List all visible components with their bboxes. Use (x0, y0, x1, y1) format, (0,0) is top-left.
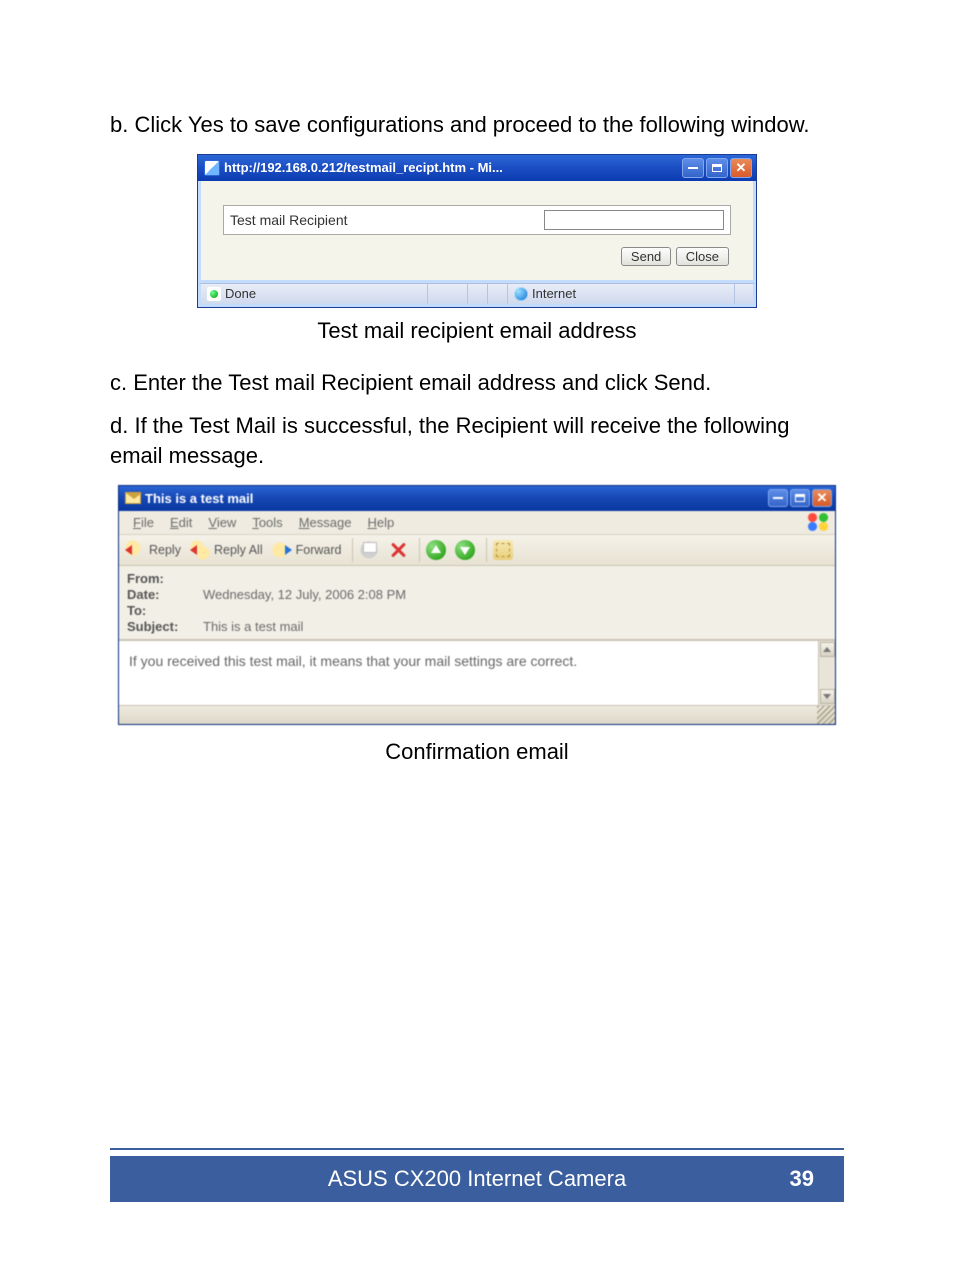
print-button[interactable] (358, 539, 385, 561)
window-title: http://192.168.0.212/testmail_recipt.htm… (224, 160, 682, 175)
minimize-button[interactable] (768, 489, 788, 507)
status-bar: Done Internet (198, 283, 756, 307)
recipient-input[interactable] (544, 210, 724, 230)
toolbar-separator (486, 538, 487, 562)
date-value: Wednesday, 12 July, 2006 2:08 PM (203, 587, 406, 602)
message-body-text: If you received this test mail, it means… (129, 653, 577, 669)
arrow-up-icon (426, 540, 446, 560)
toolbar: Reply Reply All Forward (119, 535, 835, 566)
menu-view[interactable]: View (200, 513, 244, 532)
menu-message[interactable]: Message (291, 513, 360, 532)
caption-2: Confirmation email (110, 739, 844, 765)
step-b-text: b. Click Yes to save configurations and … (110, 110, 844, 140)
window-title: This is a test mail (145, 491, 768, 506)
reply-icon (125, 540, 145, 560)
menu-file[interactable]: File (125, 513, 162, 532)
testmail-dialog: http://192.168.0.212/testmail_recipt.htm… (197, 154, 757, 308)
status-done-text: Done (225, 286, 256, 301)
forward-button[interactable]: Forward (271, 539, 348, 561)
close-dialog-button[interactable]: Close (676, 247, 729, 266)
message-headers: From: Date: Wednesday, 12 July, 2006 2:08… (119, 566, 835, 640)
delete-button[interactable] (387, 539, 414, 561)
recipient-label: Test mail Recipient (230, 212, 532, 228)
close-button[interactable]: ✕ (730, 158, 752, 178)
subject-label: Subject: (127, 619, 195, 634)
status-bar (119, 706, 835, 724)
close-button[interactable]: ✕ (812, 489, 832, 507)
maximize-button[interactable] (790, 489, 810, 507)
menu-help[interactable]: Help (359, 513, 402, 532)
caption-1: Test mail recipient email address (110, 318, 844, 344)
vertical-scrollbar[interactable] (818, 641, 835, 705)
message-body-pane: If you received this test mail, it means… (119, 640, 835, 706)
status-zone-text: Internet (532, 286, 576, 301)
minimize-button[interactable] (682, 158, 704, 178)
scroll-down-button[interactable] (820, 689, 835, 704)
titlebar: http://192.168.0.212/testmail_recipt.htm… (198, 155, 756, 181)
done-status-icon (207, 287, 221, 301)
maximize-button[interactable] (706, 158, 728, 178)
page-number: 39 (790, 1166, 814, 1192)
print-icon (359, 540, 379, 560)
footer-title: ASUS CX200 Internet Camera (328, 1166, 626, 1192)
forward-icon (272, 540, 292, 560)
step-c-text: c. Enter the Test mail Recipient email a… (110, 368, 844, 398)
page-footer: ASUS CX200 Internet Camera 39 (110, 1148, 844, 1202)
windows-flag-icon (807, 513, 829, 531)
toolbar-separator (419, 538, 420, 562)
arrow-down-icon (455, 540, 475, 560)
next-button[interactable] (454, 539, 481, 561)
from-label: From: (127, 571, 195, 586)
menu-edit[interactable]: Edit (162, 513, 200, 532)
resize-grip[interactable] (817, 706, 835, 724)
previous-button[interactable] (425, 539, 452, 561)
email-client-window: This is a test mail ✕ File Edit View Too… (118, 485, 836, 725)
subject-value: This is a test mail (203, 619, 303, 634)
reply-button[interactable]: Reply (124, 539, 187, 561)
delete-icon (388, 540, 408, 560)
date-label: Date: (127, 587, 195, 602)
titlebar: This is a test mail ✕ (119, 486, 835, 511)
addresses-button[interactable] (492, 539, 519, 561)
menu-bar: File Edit View Tools Message Help (119, 511, 835, 535)
menu-tools[interactable]: Tools (244, 513, 290, 532)
send-button[interactable]: Send (621, 247, 671, 266)
menu-file-label: ile (141, 515, 154, 530)
to-label: To: (127, 603, 195, 618)
reply-all-button[interactable]: Reply All (189, 539, 269, 561)
internet-zone-icon (514, 287, 528, 301)
reply-all-icon (190, 540, 210, 560)
ie-page-icon (204, 160, 220, 176)
toolbar-separator (352, 538, 353, 562)
scroll-up-button[interactable] (820, 642, 835, 657)
step-d-text: d. If the Test Mail is successful, the R… (110, 411, 844, 470)
mail-envelope-icon (125, 492, 141, 504)
address-book-icon (493, 540, 513, 560)
